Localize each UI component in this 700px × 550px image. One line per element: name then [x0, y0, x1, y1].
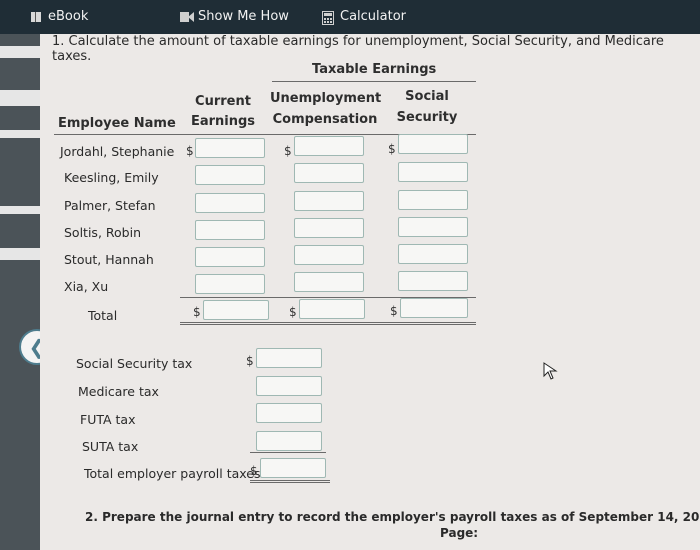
current-earnings-total-input[interactable]	[203, 300, 269, 320]
book-icon	[30, 11, 42, 23]
currency-sign: $	[284, 144, 292, 158]
current-earnings-header-line1: Current	[195, 94, 251, 109]
show-me-how-label: Show Me How	[198, 9, 289, 24]
taxes-rule	[250, 452, 326, 453]
rail-tab[interactable]	[0, 130, 40, 138]
social-security-tax-label: Social Security tax	[76, 356, 193, 371]
currency-sign: $	[186, 144, 194, 158]
currency-sign: $	[250, 464, 258, 478]
current-earnings-input[interactable]	[195, 165, 265, 185]
employee-name-header: Employee Name	[58, 116, 176, 131]
unemployment-header-line2: Compensation	[272, 112, 378, 127]
left-navigation-rail	[0, 34, 40, 550]
social-security-input[interactable]	[398, 162, 468, 182]
social-security-input[interactable]	[398, 271, 468, 291]
unemployment-input[interactable]	[294, 272, 364, 292]
social-security-input[interactable]	[398, 244, 468, 264]
social-security-header-line2: Security	[396, 110, 458, 125]
employee-name: Keesling, Emily	[64, 170, 159, 185]
currency-sign: $	[289, 305, 297, 319]
question-2-text: 2. Prepare the journal entry to record t…	[85, 510, 700, 524]
calculator-label: Calculator	[340, 9, 407, 24]
currency-sign: $	[388, 142, 396, 156]
total-label: Total	[88, 308, 118, 323]
unemployment-input[interactable]	[294, 218, 364, 238]
social-security-header-line1: Social	[405, 89, 449, 104]
rail-tab[interactable]	[0, 46, 40, 58]
header-rule	[272, 81, 476, 82]
social-security-total-input[interactable]	[400, 298, 468, 318]
play-back-icon	[180, 11, 194, 23]
unemployment-total-input[interactable]	[299, 299, 365, 319]
employee-name: Soltis, Robin	[64, 225, 141, 240]
medicare-tax-label: Medicare tax	[78, 384, 159, 399]
page-label: Page:	[440, 526, 479, 540]
calculator-icon	[322, 10, 334, 25]
current-earnings-input[interactable]	[195, 193, 265, 213]
unemployment-input[interactable]	[294, 245, 364, 265]
total-employer-taxes-input[interactable]	[260, 458, 326, 478]
employee-name: Palmer, Stefan	[64, 198, 156, 213]
rail-tab[interactable]	[0, 248, 40, 260]
total-taxes-double-rule	[250, 480, 330, 483]
medicare-tax-input[interactable]	[256, 376, 322, 396]
current-earnings-header-line2: Earnings	[190, 114, 256, 129]
currency-sign: $	[193, 305, 201, 319]
unemployment-input[interactable]	[294, 136, 364, 156]
futa-tax-input[interactable]	[256, 403, 322, 423]
employee-name: Stout, Hannah	[64, 252, 154, 267]
social-security-tax-input[interactable]	[256, 348, 322, 368]
question-1-text: 1. Calculate the amount of taxable earni…	[52, 34, 664, 64]
unemployment-input[interactable]	[294, 191, 364, 211]
rail-tab[interactable]	[0, 206, 40, 214]
total-double-rule	[180, 322, 476, 325]
futa-tax-label: FUTA tax	[80, 412, 136, 427]
show-me-how-button[interactable]: Show Me How	[180, 9, 289, 24]
ebook-label: eBook	[48, 9, 89, 24]
content-area: 1. Calculate the amount of taxable earni…	[40, 34, 700, 550]
suta-tax-label: SUTA tax	[82, 439, 139, 454]
mouse-cursor-icon	[543, 362, 558, 380]
current-earnings-input[interactable]	[195, 247, 265, 267]
employee-name: Xia, Xu	[64, 279, 109, 294]
taxable-earnings-header: Taxable Earnings	[312, 62, 437, 77]
current-earnings-input[interactable]	[195, 274, 265, 294]
rail-tab[interactable]	[0, 90, 40, 106]
total-employer-taxes-label: Total employer payroll taxes	[84, 466, 261, 481]
unemployment-header-line1: Unemployment	[270, 91, 382, 106]
ebook-button[interactable]: eBook	[30, 9, 88, 24]
social-security-input[interactable]	[398, 190, 468, 210]
social-security-input[interactable]	[398, 217, 468, 237]
top-toolbar: eBook Show Me How Calculator	[0, 0, 700, 34]
suta-tax-input[interactable]	[256, 431, 322, 451]
employee-name: Jordahl, Stephanie	[60, 144, 175, 159]
social-security-input[interactable]	[398, 134, 468, 154]
currency-sign: $	[390, 304, 398, 318]
current-earnings-input[interactable]	[195, 138, 265, 158]
calculator-button[interactable]: Calculator	[322, 9, 407, 25]
unemployment-input[interactable]	[294, 163, 364, 183]
current-earnings-input[interactable]	[195, 220, 265, 240]
currency-sign: $	[246, 354, 254, 368]
